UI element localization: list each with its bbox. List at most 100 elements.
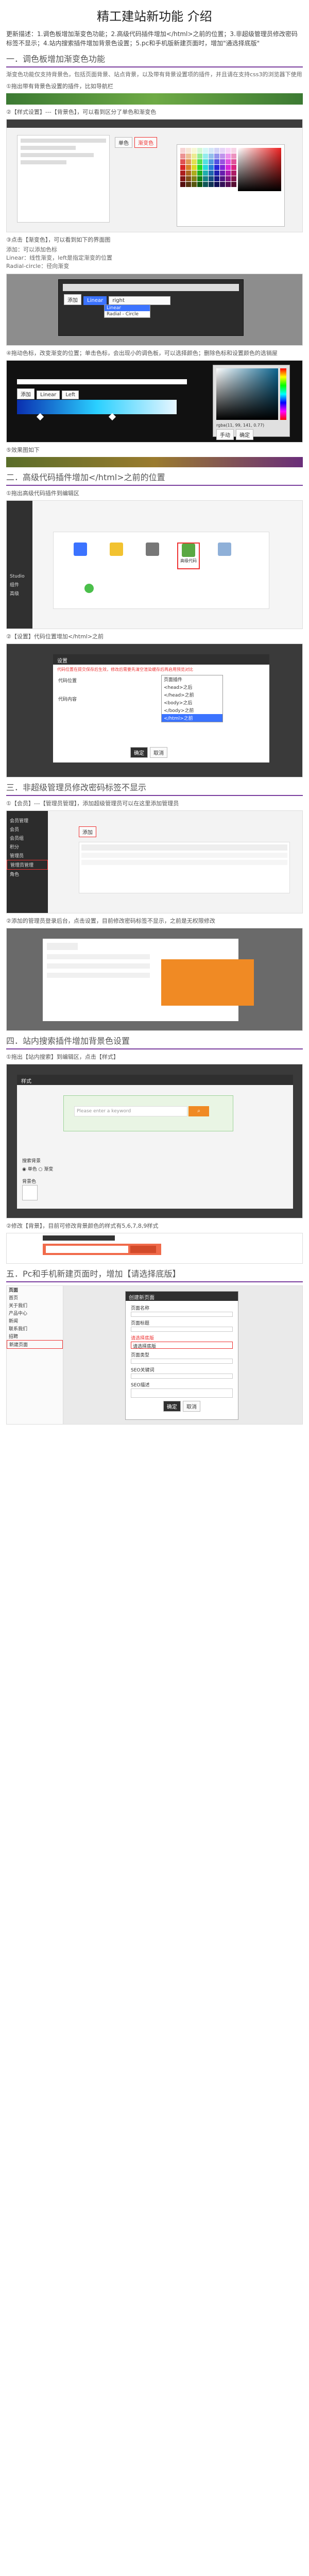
search-input[interactable]: [46, 1246, 128, 1253]
seo-description-input[interactable]: [131, 1388, 233, 1398]
color-swatch[interactable]: [231, 182, 236, 187]
color-swatch[interactable]: [180, 159, 185, 164]
color-swatch[interactable]: [197, 148, 202, 153]
color-swatch[interactable]: [226, 171, 231, 176]
color-swatch[interactable]: [203, 171, 208, 176]
position-option[interactable]: <body>之后: [162, 699, 222, 706]
color-swatch[interactable]: [203, 154, 208, 159]
color-swatch[interactable]: [192, 154, 197, 159]
position-option[interactable]: </body>之前: [162, 706, 222, 714]
color-swatch[interactable]: [209, 165, 214, 170]
color-swatch[interactable]: [214, 159, 219, 164]
color-swatch[interactable]: [22, 1185, 38, 1200]
color-swatch[interactable]: [231, 165, 236, 170]
color-swatch[interactable]: [192, 176, 197, 181]
plugin-tile[interactable]: [141, 543, 164, 569]
color-swatch[interactable]: [220, 182, 225, 187]
color-swatch[interactable]: [192, 171, 197, 176]
color-swatch[interactable]: [180, 176, 185, 181]
color-swatch[interactable]: [231, 176, 236, 181]
seo-keywords-input[interactable]: [131, 1374, 233, 1379]
color-swatch[interactable]: [197, 154, 202, 159]
color-swatch[interactable]: [220, 148, 225, 153]
hue-slider[interactable]: [280, 368, 286, 420]
color-swatch[interactable]: [180, 182, 185, 187]
sidebar-item[interactable]: 角色: [7, 870, 48, 878]
color-swatch[interactable]: [220, 154, 225, 159]
sidebar-item[interactable]: 关于我们: [7, 1301, 63, 1309]
color-swatch[interactable]: [203, 182, 208, 187]
color-swatch[interactable]: [214, 154, 219, 159]
color-swatch[interactable]: [231, 148, 236, 153]
color-swatch[interactable]: [186, 182, 191, 187]
color-stop-handle[interactable]: [36, 413, 44, 421]
plugin-tile[interactable]: [69, 543, 92, 569]
sidebar-item[interactable]: 积分: [7, 842, 48, 851]
plugin-tile[interactable]: [105, 543, 128, 569]
sidebar-item[interactable]: 首页: [7, 1294, 63, 1301]
add-button[interactable]: 添加: [17, 388, 35, 399]
sidebar-item[interactable]: 管理员: [7, 851, 48, 860]
mode-option[interactable]: Radial - Circle: [105, 311, 150, 317]
position-option[interactable]: </head>之前: [162, 691, 222, 699]
direction-select[interactable]: right: [109, 296, 171, 305]
color-swatch[interactable]: [226, 148, 231, 153]
mode-select[interactable]: Linear: [83, 296, 107, 305]
color-swatch[interactable]: [214, 182, 219, 187]
color-swatch[interactable]: [214, 171, 219, 176]
color-swatch[interactable]: [226, 159, 231, 164]
ok-button[interactable]: 确定: [130, 747, 148, 758]
saturation-area[interactable]: [238, 148, 281, 191]
ok-button[interactable]: 确定: [163, 1401, 181, 1412]
color-swatch[interactable]: [214, 165, 219, 170]
advanced-code-tile[interactable]: 高级代码: [177, 543, 200, 569]
position-option[interactable]: 页面插件: [162, 675, 222, 683]
sidebar-item[interactable]: 会员组: [7, 834, 48, 842]
page-name-input[interactable]: [131, 1312, 233, 1317]
mode-select[interactable]: Linear: [37, 391, 60, 399]
color-swatch[interactable]: [203, 165, 208, 170]
color-swatch[interactable]: [186, 159, 191, 164]
color-swatch[interactable]: [203, 176, 208, 181]
color-swatch[interactable]: [192, 148, 197, 153]
color-swatch[interactable]: [209, 148, 214, 153]
color-swatch[interactable]: [197, 182, 202, 187]
color-swatch[interactable]: [180, 171, 185, 176]
color-swatch[interactable]: [226, 165, 231, 170]
color-swatch[interactable]: [226, 182, 231, 187]
sidebar-item-new-page[interactable]: 新建页面: [7, 1340, 63, 1349]
color-swatch[interactable]: [180, 154, 185, 159]
saturation-area[interactable]: [216, 368, 278, 420]
color-swatch[interactable]: [203, 148, 208, 153]
color-swatch[interactable]: [197, 159, 202, 164]
add-button[interactable]: 添加: [64, 294, 81, 305]
color-swatch[interactable]: [214, 148, 219, 153]
color-swatch[interactable]: [220, 165, 225, 170]
color-swatch[interactable]: [197, 176, 202, 181]
color-swatch[interactable]: [209, 171, 214, 176]
cancel-button[interactable]: 取消: [183, 1401, 201, 1412]
cancel-button[interactable]: 取消: [150, 747, 168, 758]
sidebar-item[interactable]: 产品中心: [7, 1309, 63, 1317]
color-swatch[interactable]: [231, 171, 236, 176]
color-swatch[interactable]: [192, 182, 197, 187]
color-swatch[interactable]: [226, 176, 231, 181]
add-admin-button[interactable]: 添加: [79, 826, 96, 837]
menu-item[interactable]: 组件: [7, 580, 32, 589]
template-select[interactable]: 请选择底版: [131, 1342, 233, 1349]
color-swatch[interactable]: [220, 176, 225, 181]
color-swatch[interactable]: [220, 159, 225, 164]
color-swatch[interactable]: [220, 171, 225, 176]
tab-gradient[interactable]: 渐变色: [134, 137, 158, 148]
color-swatch[interactable]: [214, 176, 219, 181]
sidebar-item[interactable]: 联系我们: [7, 1325, 63, 1332]
confirm-button[interactable]: 确定: [236, 429, 254, 440]
search-button[interactable]: ⌕: [188, 1106, 209, 1116]
color-swatch[interactable]: [226, 154, 231, 159]
sidebar-item[interactable]: 招聘: [7, 1332, 63, 1340]
position-option[interactable]: <head>之后: [162, 683, 222, 691]
manual-button[interactable]: 手动: [216, 429, 234, 440]
color-swatch[interactable]: [180, 148, 185, 153]
radio-icon[interactable]: ○: [39, 1167, 43, 1172]
color-swatch[interactable]: [203, 159, 208, 164]
